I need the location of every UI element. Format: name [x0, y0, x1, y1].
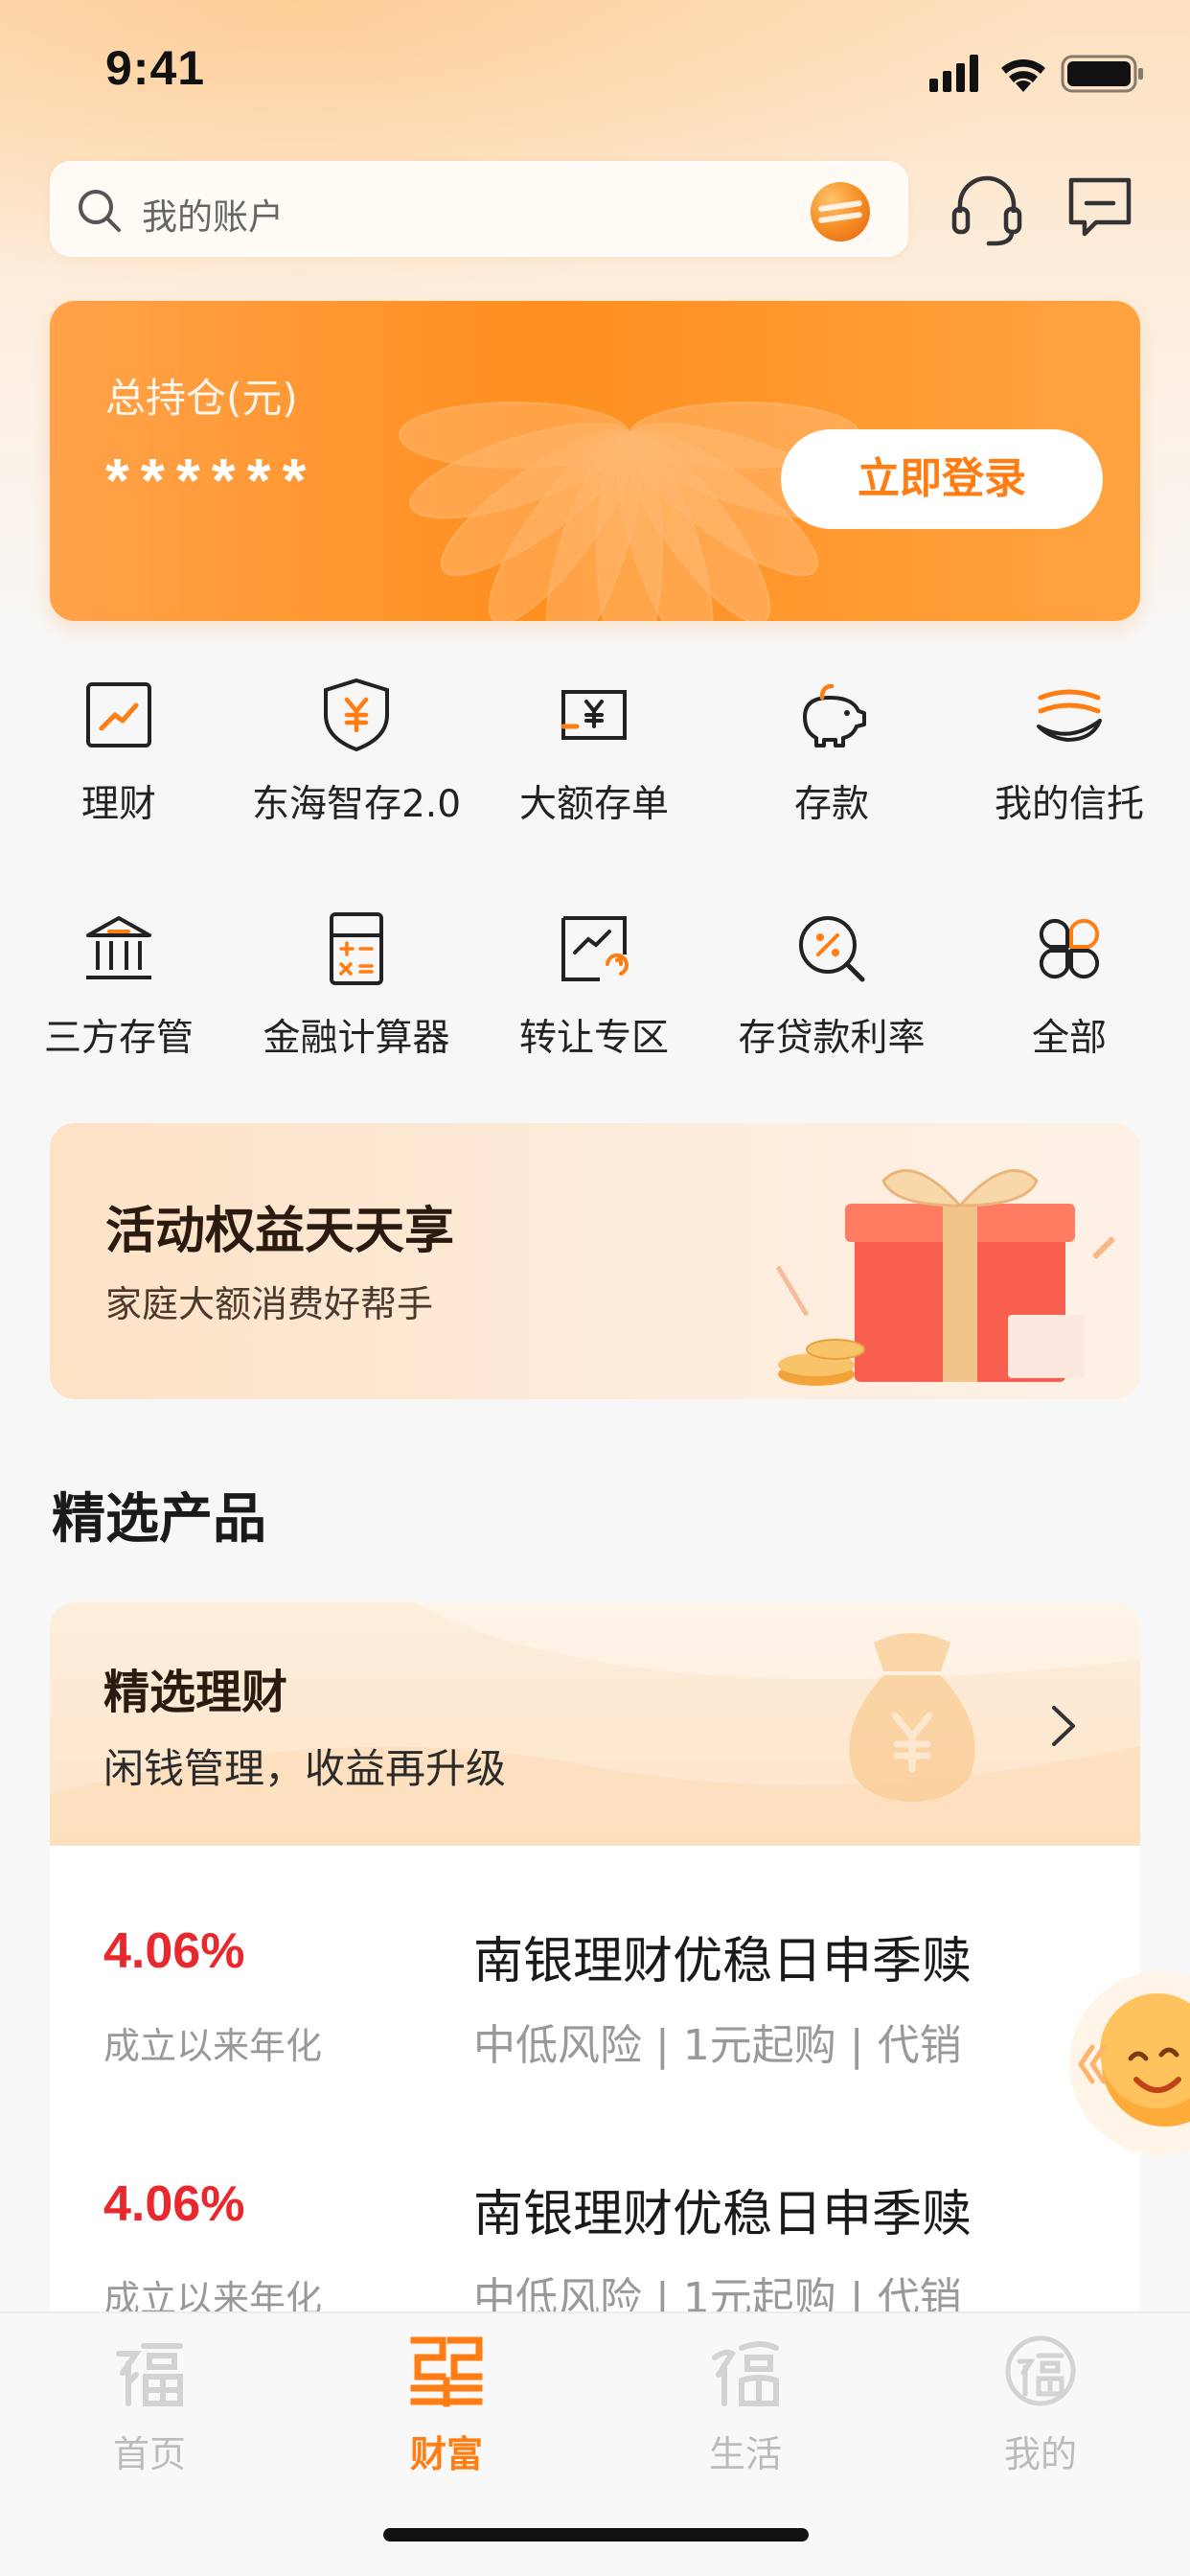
- section-title: 精选产品: [52, 1488, 266, 1551]
- status-time: 9:41: [105, 41, 206, 95]
- tab-label: 生活: [708, 2433, 782, 2475]
- tab-home[interactable]: 首页: [54, 2333, 245, 2476]
- asset-label: 总持仓(元): [105, 375, 298, 422]
- menu-item-calculator[interactable]: 金融计算器: [238, 910, 475, 1092]
- product-rate-label: 成立以来年化: [103, 2025, 323, 2067]
- menu-label: 全部: [1031, 1017, 1107, 1060]
- customer-service-icon[interactable]: [950, 171, 1023, 247]
- menu-item-third-party-custody[interactable]: 三方存管: [0, 910, 238, 1092]
- menu-label: 东海智存2.0: [251, 783, 462, 826]
- featured-subtitle: 闲钱管理，收益再升级: [103, 1745, 507, 1792]
- certificate-yen-icon: [561, 690, 627, 740]
- bank-building-icon: [86, 916, 151, 979]
- tab-life[interactable]: 生活: [650, 2333, 841, 2476]
- featured-header[interactable]: 精选理财 闲钱管理，收益再升级: [50, 1602, 1140, 1846]
- promo-title: 活动权益天天享: [105, 1203, 455, 1260]
- shield-yen-icon: [324, 678, 389, 752]
- wifi-icon: [1001, 59, 1045, 92]
- search-icon: [79, 190, 121, 232]
- menu-item-smart-deposit[interactable]: 东海智存2.0: [238, 677, 475, 859]
- percent-search-icon: [799, 916, 865, 982]
- grid-all-icon: [1039, 918, 1100, 979]
- product-row[interactable]: 4.06% 成立以来年化 南银理财优稳日申季赎 中低风险 | 1元起购 | 代销: [50, 1923, 1140, 2172]
- tab-label: 我的: [1003, 2433, 1077, 2475]
- menu-item-deposit[interactable]: 存款: [713, 677, 950, 859]
- money-bag-icon: [849, 1633, 975, 1802]
- search-bar[interactable]: 我的账户: [50, 161, 908, 257]
- wealth-tab-icon: [410, 2336, 483, 2407]
- gift-box-icon: [775, 1169, 1116, 1386]
- promo-banner[interactable]: 活动权益天天享 家庭大额消费好帮手: [50, 1123, 1140, 1399]
- menu-label: 存款: [793, 783, 869, 826]
- menu-label: 转让专区: [518, 1017, 669, 1060]
- tab-mine[interactable]: 我的: [945, 2333, 1136, 2476]
- piggy-bank-icon: [803, 683, 866, 748]
- menu-item-all[interactable]: 全部: [950, 910, 1188, 1092]
- calculator-icon: [330, 912, 383, 985]
- product-rate: 4.06%: [103, 2176, 245, 2232]
- life-fu-icon: [712, 2341, 779, 2406]
- featured-title: 精选理财: [103, 1666, 288, 1719]
- menu-label: 大额存单: [518, 783, 669, 826]
- menu-item-transfer-zone[interactable]: 转让专区: [475, 910, 713, 1092]
- mine-fu-icon: [1005, 2335, 1076, 2406]
- battery-icon: [1061, 55, 1143, 93]
- chevron-right-icon[interactable]: [1046, 1702, 1081, 1750]
- search-placeholder: 我的账户: [142, 196, 284, 238]
- menu-label: 三方存管: [43, 1017, 194, 1060]
- product-tags: 中低风险 | 1元起购 | 代销: [473, 2021, 962, 2070]
- menu-item-interest-rates[interactable]: 存贷款利率: [713, 910, 950, 1092]
- home-fu-icon: [116, 2343, 183, 2406]
- menu-item-my-trust[interactable]: 我的信托: [950, 677, 1188, 859]
- assistant-mascot-icon[interactable]: [1065, 1963, 1190, 2164]
- tab-label: 首页: [112, 2433, 186, 2475]
- transfer-chart-icon: [561, 916, 629, 981]
- featured-products-card: 精选理财 闲钱管理，收益再升级 4.06% 成立以来年化 南银理财优稳日申季赎 …: [50, 1602, 1140, 2331]
- tab-label: 财富: [409, 2433, 483, 2475]
- chart-trend-icon: [86, 682, 151, 748]
- asset-masked-value[interactable]: ******: [105, 445, 317, 516]
- asset-card: 总持仓(元) ****** 立即登录: [50, 301, 1140, 621]
- menu-item-large-deposit[interactable]: 大额存单: [475, 677, 713, 859]
- product-rate: 4.06%: [103, 1923, 245, 1979]
- menu-label: 金融计算器: [263, 1017, 450, 1060]
- trust-hand-icon: [1037, 689, 1102, 742]
- product-name: 南银理财优稳日申季赎: [473, 1933, 973, 1990]
- menu-label: 我的信托: [994, 783, 1144, 826]
- menu-label: 理财: [80, 783, 156, 826]
- product-name: 南银理财优稳日申季赎: [473, 2186, 973, 2243]
- login-button[interactable]: 立即登录: [781, 429, 1103, 529]
- tab-wealth[interactable]: 财富: [351, 2333, 542, 2476]
- promo-subtitle: 家庭大额消费好帮手: [105, 1283, 434, 1325]
- message-icon[interactable]: [1065, 174, 1134, 242]
- menu-label: 存贷款利率: [738, 1017, 926, 1060]
- menu-item-wealth[interactable]: 理财: [0, 677, 238, 859]
- signal-icon: [929, 55, 978, 92]
- status-icons: [929, 55, 1143, 93]
- bank-logo-icon[interactable]: [811, 182, 870, 242]
- home-indicator: [383, 2528, 809, 2542]
